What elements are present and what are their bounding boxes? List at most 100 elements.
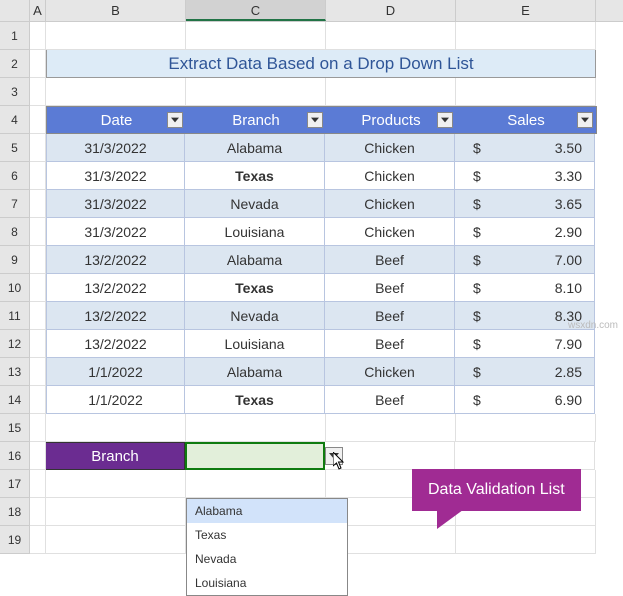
cell-product[interactable]: Beef bbox=[325, 246, 455, 274]
row-header-2[interactable]: 2 bbox=[0, 50, 30, 78]
dropdown-item[interactable]: Alabama bbox=[187, 499, 347, 523]
cell-date[interactable]: 1/1/2022 bbox=[46, 386, 185, 414]
cell-product[interactable]: Beef bbox=[325, 330, 455, 358]
cells-area: Extract Data Based on a Drop Down List D… bbox=[30, 22, 623, 554]
table-header: Date Branch Products Sales bbox=[46, 106, 597, 134]
row-header-14[interactable]: 14 bbox=[0, 386, 30, 414]
cell-branch[interactable]: Alabama bbox=[185, 246, 325, 274]
cell-product[interactable]: Beef bbox=[325, 302, 455, 330]
cell-sales[interactable]: $2.85 bbox=[455, 358, 595, 386]
th-sales: Sales bbox=[456, 107, 596, 133]
col-header-D[interactable]: D bbox=[326, 0, 456, 21]
grid-body: 12345678910111213141516171819 Extract Da… bbox=[0, 22, 623, 554]
branch-label-cell: Branch bbox=[46, 442, 185, 470]
th-branch: Branch bbox=[186, 107, 326, 133]
th-products-label: Products bbox=[361, 112, 420, 129]
watermark: wsxdn.com bbox=[568, 320, 618, 331]
cell-date[interactable]: 13/2/2022 bbox=[46, 274, 185, 302]
cell-branch[interactable]: Louisiana bbox=[185, 330, 325, 358]
th-products: Products bbox=[326, 107, 456, 133]
col-header-B[interactable]: B bbox=[46, 0, 186, 21]
th-date: Date bbox=[47, 107, 186, 133]
cell-branch[interactable]: Nevada bbox=[185, 190, 325, 218]
cell-sales[interactable]: $2.90 bbox=[455, 218, 595, 246]
cell-date[interactable]: 13/2/2022 bbox=[46, 302, 185, 330]
cell-branch[interactable]: Texas bbox=[185, 162, 325, 190]
table-row: 31/3/2022NevadaChicken$3.65 bbox=[46, 190, 595, 218]
col-header-E[interactable]: E bbox=[456, 0, 596, 21]
filter-button-date[interactable] bbox=[167, 112, 183, 128]
row-header-19[interactable]: 19 bbox=[0, 526, 30, 554]
table-row: 1/1/2022AlabamaChicken$2.85 bbox=[46, 358, 595, 386]
cell-sales[interactable]: $3.50 bbox=[455, 134, 595, 162]
row-header-17[interactable]: 17 bbox=[0, 470, 30, 498]
col-header-C[interactable]: C bbox=[186, 0, 326, 21]
th-sales-label: Sales bbox=[507, 112, 545, 129]
column-headers: A B C D E bbox=[0, 0, 623, 22]
cell-branch[interactable]: Nevada bbox=[185, 302, 325, 330]
cell-date[interactable]: 13/2/2022 bbox=[46, 246, 185, 274]
table-row: 1/1/2022TexasBeef$6.90 bbox=[46, 386, 595, 414]
cell-branch[interactable]: Alabama bbox=[185, 134, 325, 162]
dropdown-item[interactable]: Nevada bbox=[187, 547, 347, 571]
cell-branch[interactable]: Alabama bbox=[185, 358, 325, 386]
cell-product[interactable]: Beef bbox=[325, 274, 455, 302]
cell-sales[interactable]: $3.65 bbox=[455, 190, 595, 218]
filter-button-products[interactable] bbox=[437, 112, 453, 128]
row-header-6[interactable]: 6 bbox=[0, 162, 30, 190]
table-row: 13/2/2022LouisianaBeef$7.90 bbox=[46, 330, 595, 358]
row-header-7[interactable]: 7 bbox=[0, 190, 30, 218]
table-row: 13/2/2022TexasBeef$8.10 bbox=[46, 274, 595, 302]
cell-sales[interactable]: $7.00 bbox=[455, 246, 595, 274]
filter-button-sales[interactable] bbox=[577, 112, 593, 128]
col-header-A[interactable]: A bbox=[30, 0, 46, 21]
row-header-1[interactable]: 1 bbox=[0, 22, 30, 50]
cell-date[interactable]: 1/1/2022 bbox=[46, 358, 185, 386]
cell-sales[interactable]: $3.30 bbox=[455, 162, 595, 190]
filter-button-branch[interactable] bbox=[307, 112, 323, 128]
row-header-3[interactable]: 3 bbox=[0, 78, 30, 106]
cell-branch[interactable]: Texas bbox=[185, 386, 325, 414]
cell-product[interactable]: Chicken bbox=[325, 190, 455, 218]
cell-sales[interactable]: $6.90 bbox=[455, 386, 595, 414]
cell-date[interactable]: 31/3/2022 bbox=[46, 218, 185, 246]
row-header-12[interactable]: 12 bbox=[0, 330, 30, 358]
cell-branch[interactable]: Texas bbox=[185, 274, 325, 302]
row-header-11[interactable]: 11 bbox=[0, 302, 30, 330]
row-header-4[interactable]: 4 bbox=[0, 106, 30, 134]
cell-sales[interactable]: $8.10 bbox=[455, 274, 595, 302]
cell-sales[interactable]: $7.90 bbox=[455, 330, 595, 358]
dropdown-item[interactable]: Texas bbox=[187, 523, 347, 547]
table-row: 13/2/2022AlabamaBeef$7.00 bbox=[46, 246, 595, 274]
callout-box: Data Validation List bbox=[412, 469, 581, 511]
cursor-icon bbox=[333, 452, 349, 472]
table-row: 31/3/2022AlabamaChicken$3.50 bbox=[46, 134, 595, 162]
cell-product[interactable]: Chicken bbox=[325, 218, 455, 246]
cell-product[interactable]: Chicken bbox=[325, 358, 455, 386]
row-header-10[interactable]: 10 bbox=[0, 274, 30, 302]
page-title: Extract Data Based on a Drop Down List bbox=[46, 50, 596, 78]
cell-product[interactable]: Chicken bbox=[325, 162, 455, 190]
row-header-16[interactable]: 16 bbox=[0, 442, 30, 470]
cell-date[interactable]: 13/2/2022 bbox=[46, 330, 185, 358]
cell-date[interactable]: 31/3/2022 bbox=[46, 162, 185, 190]
row-header-13[interactable]: 13 bbox=[0, 358, 30, 386]
row-headers: 12345678910111213141516171819 bbox=[0, 22, 30, 554]
table-row: 13/2/2022NevadaBeef$8.30 bbox=[46, 302, 595, 330]
row-header-15[interactable]: 15 bbox=[0, 414, 30, 442]
cell-date[interactable]: 31/3/2022 bbox=[46, 190, 185, 218]
dropdown-cell[interactable] bbox=[185, 442, 325, 470]
cell-date[interactable]: 31/3/2022 bbox=[46, 134, 185, 162]
dropdown-list[interactable]: AlabamaTexasNevadaLouisiana bbox=[186, 498, 348, 596]
cell-branch[interactable]: Louisiana bbox=[185, 218, 325, 246]
table-row: 31/3/2022TexasChicken$3.30 bbox=[46, 162, 595, 190]
table-row: 31/3/2022LouisianaChicken$2.90 bbox=[46, 218, 595, 246]
select-all-corner[interactable] bbox=[0, 0, 30, 21]
row-header-8[interactable]: 8 bbox=[0, 218, 30, 246]
dropdown-item[interactable]: Louisiana bbox=[187, 571, 347, 595]
cell-product[interactable]: Chicken bbox=[325, 134, 455, 162]
cell-product[interactable]: Beef bbox=[325, 386, 455, 414]
row-header-18[interactable]: 18 bbox=[0, 498, 30, 526]
row-header-9[interactable]: 9 bbox=[0, 246, 30, 274]
row-header-5[interactable]: 5 bbox=[0, 134, 30, 162]
